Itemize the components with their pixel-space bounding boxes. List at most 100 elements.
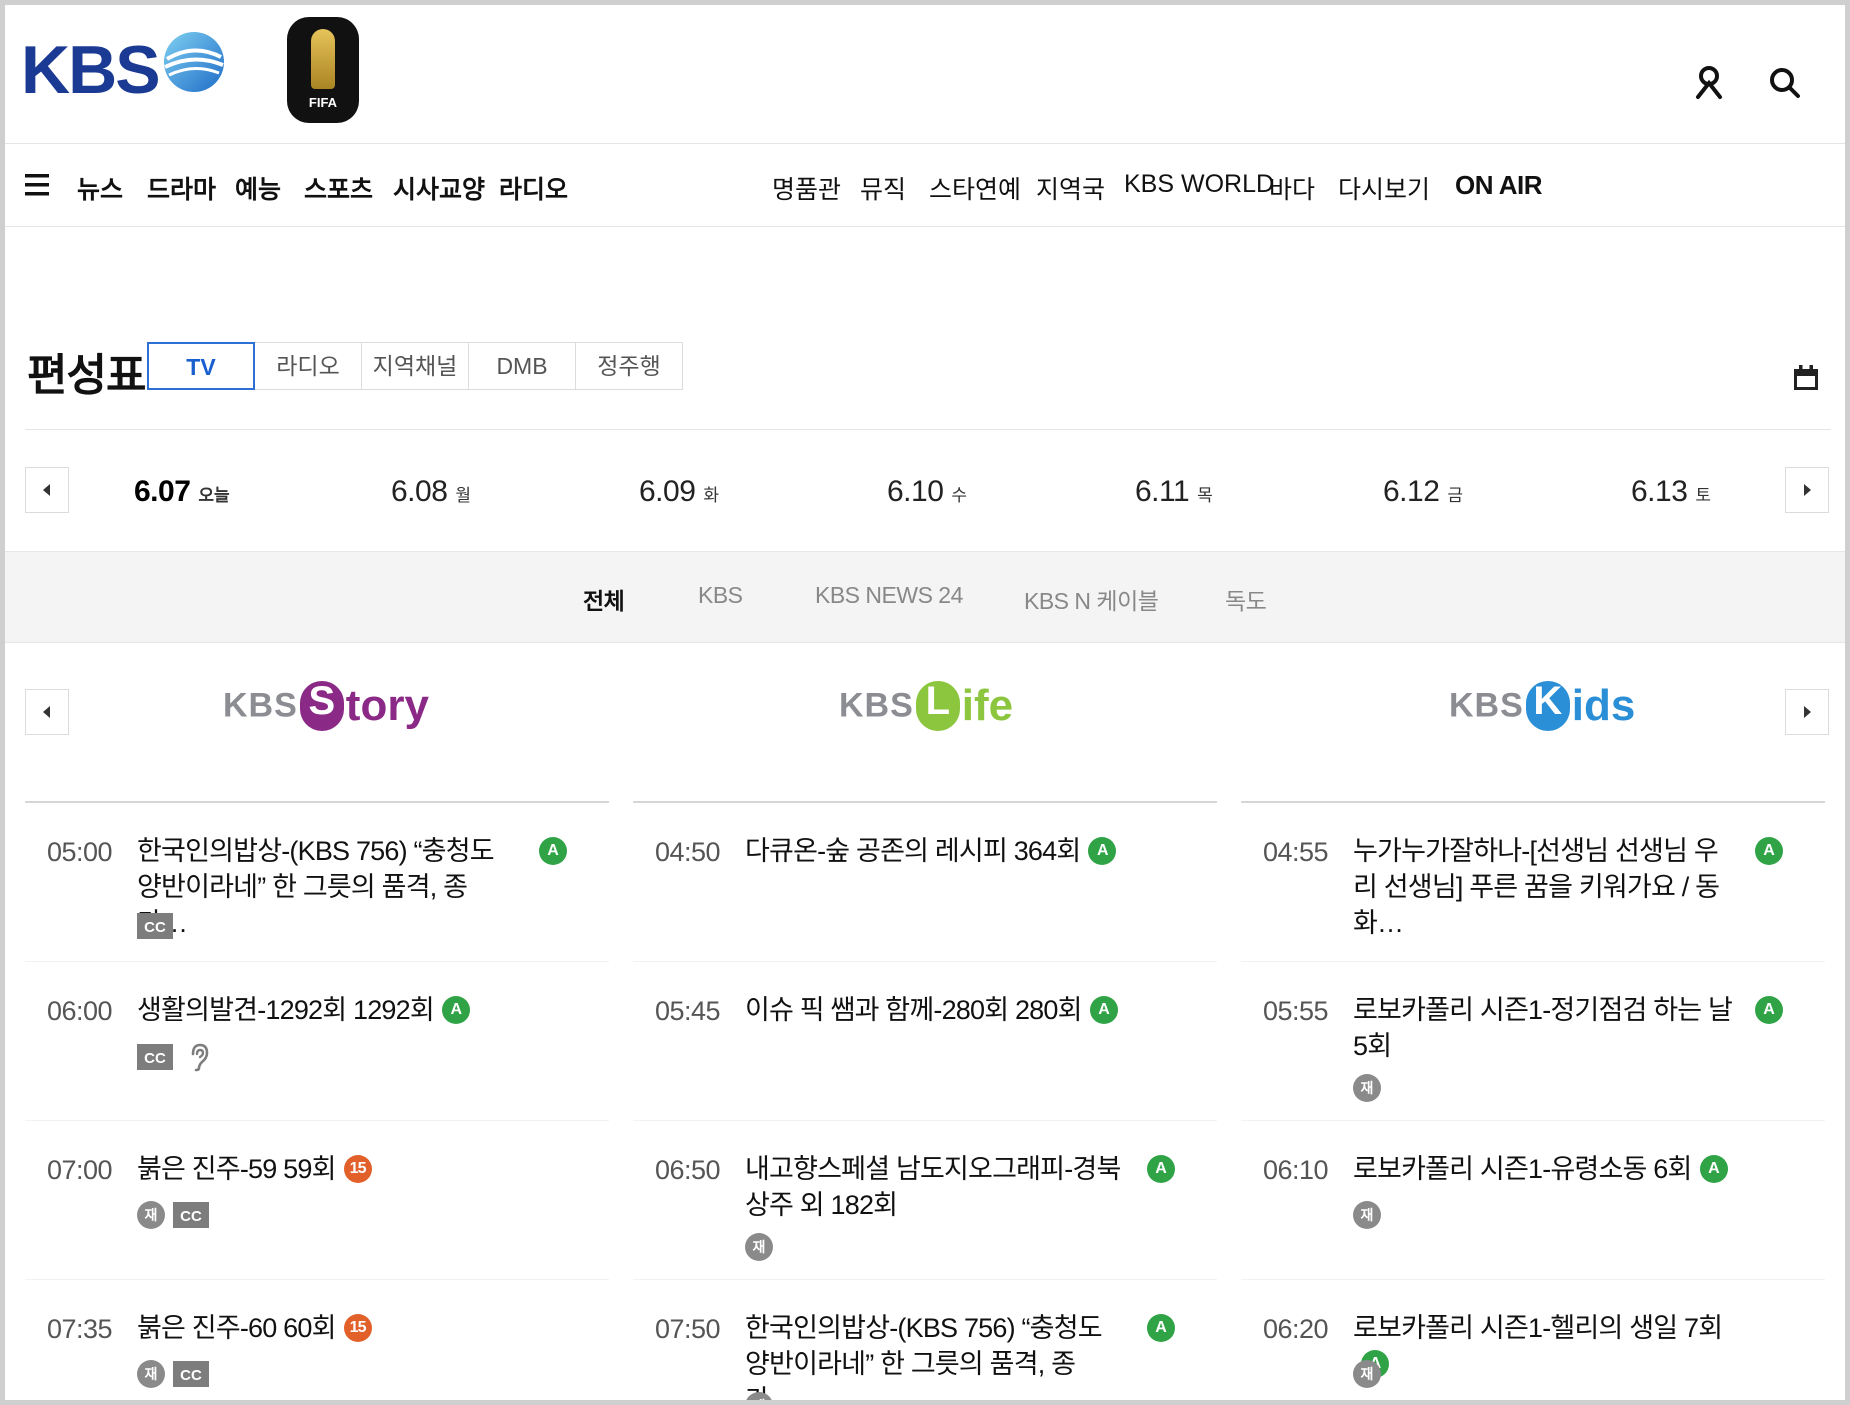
program-row[interactable]: 07:35 붉은 진주-60 60회 15 재 CC [25, 1280, 609, 1400]
kbs-logo-text: KBS [21, 32, 161, 108]
program-time: 07:35 [47, 1314, 113, 1344]
nav-radio[interactable]: 라디오 [499, 170, 568, 206]
age-rating-15-badge: 15 [343, 1154, 372, 1183]
nav-sea[interactable]: 바다 [1269, 170, 1315, 206]
program-row[interactable]: 05:55 로보카폴리 시즌1-정기점검 하는 날 5회 A 재 [1241, 962, 1825, 1120]
age-rating-all-badge: A [1088, 836, 1117, 865]
kbs-logo[interactable]: KBS [21, 27, 251, 108]
rerun-badge: 재 [1353, 1360, 1381, 1388]
user-icon[interactable] [1689, 63, 1729, 103]
channel-logo-prefix: KBS [839, 686, 914, 725]
program-time: 06:50 [655, 1155, 721, 1185]
nav-kbs-world[interactable]: KBS WORLD [1124, 170, 1274, 199]
date-item[interactable]: 6.07 오늘 [134, 475, 230, 509]
nav-masterpiece[interactable]: 명품관 [772, 170, 841, 206]
program-row[interactable]: 07:50 한국인의밥상-(KBS 756) “충청도 양반이라네” 한 그릇의… [633, 1280, 1217, 1400]
date-day-of-week: 토 [1695, 486, 1712, 505]
program-row[interactable]: 05:45 이슈 픽 쌤과 함께-280회 280회 A [633, 962, 1217, 1120]
group-all[interactable]: 전체 [583, 582, 625, 616]
channel-group-filter: 전체 KBS KBS NEWS 24 KBS N 케이블 독도 [5, 551, 1845, 643]
program-time: 05:55 [1263, 996, 1329, 1026]
channel-logo-letter: L [925, 679, 951, 723]
program-title: 로보카폴리 시즌1-정기점검 하는 날 5회 [1353, 995, 1733, 1061]
date-next-button[interactable] [1785, 467, 1829, 513]
tab-binge[interactable]: 정주행 [575, 342, 683, 390]
channel-logo-kbs-story[interactable]: KBS Story [223, 679, 429, 751]
group-kbs-n-cable[interactable]: KBS N 케이블 [1024, 582, 1159, 616]
program-time: 04:50 [655, 837, 721, 867]
channel-logo-prefix: KBS [1449, 686, 1524, 725]
nav-music[interactable]: 뮤직 [860, 170, 906, 206]
nav-sports[interactable]: 스포츠 [304, 170, 373, 206]
nav-local-stations[interactable]: 지역국 [1036, 170, 1105, 206]
nav-star-entertainment[interactable]: 스타연예 [929, 170, 1021, 206]
date-item[interactable]: 6.11 목 [1135, 475, 1213, 509]
program-row[interactable]: 06:50 내고향스페셜 남도지오그래피-경북 상주 외 182회 A 재 [633, 1121, 1217, 1279]
nav-entertainment[interactable]: 예능 [235, 170, 281, 206]
tab-local-channel[interactable]: 지역채널 [361, 342, 469, 390]
program-row[interactable]: 06:10 로보카폴리 시즌1-유령소동 6회 A 재 [1241, 1121, 1825, 1279]
program-row[interactable]: 05:00 한국인의밥상-(KBS 756) “충청도 양반이라네” 한 그릇의… [25, 803, 609, 961]
nav-on-air[interactable]: ON AIR [1455, 170, 1543, 201]
date-item[interactable]: 6.09 화 [639, 475, 719, 509]
program-flags: 재 CC [137, 1201, 217, 1231]
program-title-text: 붉은 진주-60 60회 [137, 1313, 336, 1343]
search-icon[interactable] [1765, 63, 1805, 103]
program-row[interactable]: 07:00 붉은 진주-59 59회 15 재 CC [25, 1121, 609, 1279]
age-rating-all-badge: A [1699, 1154, 1728, 1183]
channel-logo-kbs-kids[interactable]: KBS Kids [1449, 679, 1636, 751]
group-kbs-news24[interactable]: KBS NEWS 24 [815, 582, 963, 609]
nav-current-affairs[interactable]: 시사교양 [393, 170, 485, 206]
date-item[interactable]: 6.08 월 [391, 475, 471, 509]
program-flags: 재 [1353, 1201, 1389, 1231]
program-time: 04:55 [1263, 837, 1329, 867]
group-dokdo[interactable]: 독도 [1225, 582, 1267, 616]
program-flags: CC [137, 1042, 213, 1072]
rerun-badge: 재 [1353, 1074, 1381, 1102]
channel-prev-button[interactable] [25, 689, 69, 735]
channel-logo-letter: K [1533, 679, 1563, 723]
date-item[interactable]: 6.12 금 [1383, 475, 1463, 509]
program-time: 05:45 [655, 996, 721, 1026]
channel-logo-name: ife [961, 681, 1014, 730]
date-number: 6.09 [639, 475, 696, 508]
program-row[interactable]: 06:20 로보카폴리 시즌1-헬리의 생일 7회A 재 [1241, 1280, 1825, 1400]
program-title: 한국인의밥상-(KBS 756) “충청도 양반이라네” 한 그릇의 품격, 종… [137, 836, 495, 938]
chevron-right-icon [1804, 484, 1811, 496]
channel-next-button[interactable] [1785, 689, 1829, 735]
group-kbs[interactable]: KBS [698, 582, 743, 609]
tab-dmb[interactable]: DMB [468, 342, 576, 390]
date-number: 6.10 [887, 475, 944, 508]
nav-news[interactable]: 뉴스 [77, 170, 123, 206]
program-row[interactable]: 04:50 다큐온-숲 공존의 레시피 364회 A [633, 803, 1217, 961]
calendar-icon[interactable] [1791, 363, 1821, 393]
channel-logo-name: ids [1571, 681, 1636, 730]
age-rating-all-badge: A [1147, 1314, 1175, 1342]
program-row[interactable]: 06:00 생활의발견-1292회 1292회 A CC [25, 962, 609, 1120]
closed-caption-badge: CC [173, 1361, 209, 1387]
program-flags: 재 [1353, 1074, 1389, 1104]
program-time: 06:20 [1263, 1314, 1329, 1344]
program-title: 붉은 진주-60 60회 15 [137, 1310, 517, 1346]
date-number: 6.12 [1383, 475, 1440, 508]
tab-radio[interactable]: 라디오 [254, 342, 362, 390]
date-number: 6.07 [134, 475, 191, 508]
date-number: 6.08 [391, 475, 448, 508]
rerun-badge: 재 [1353, 1201, 1381, 1229]
rerun-badge: 재 [745, 1392, 773, 1400]
date-item[interactable]: 6.10 수 [887, 475, 967, 509]
program-time: 07:00 [47, 1155, 113, 1185]
date-prev-button[interactable] [25, 467, 69, 513]
nav-drama[interactable]: 드라마 [147, 170, 216, 206]
chevron-left-icon [43, 706, 50, 718]
nav-replay[interactable]: 다시보기 [1338, 170, 1430, 206]
hamburger-menu-icon[interactable] [23, 170, 53, 200]
date-item[interactable]: 6.13 토 [1631, 475, 1711, 509]
channel-logo-kbs-life[interactable]: KBS Life [839, 679, 1014, 751]
tab-tv[interactable]: TV [147, 342, 255, 390]
kbs-globe-icon [164, 32, 224, 92]
program-row[interactable]: 04:55 누가누가잘하나-[선생님 선생님 우리 선생님] 푸른 꿈을 키워가… [1241, 803, 1825, 961]
life-badge-icon: L [915, 679, 960, 731]
title-divider [25, 429, 1831, 430]
fifa-world-cup-logo[interactable]: FIFA [287, 17, 359, 123]
